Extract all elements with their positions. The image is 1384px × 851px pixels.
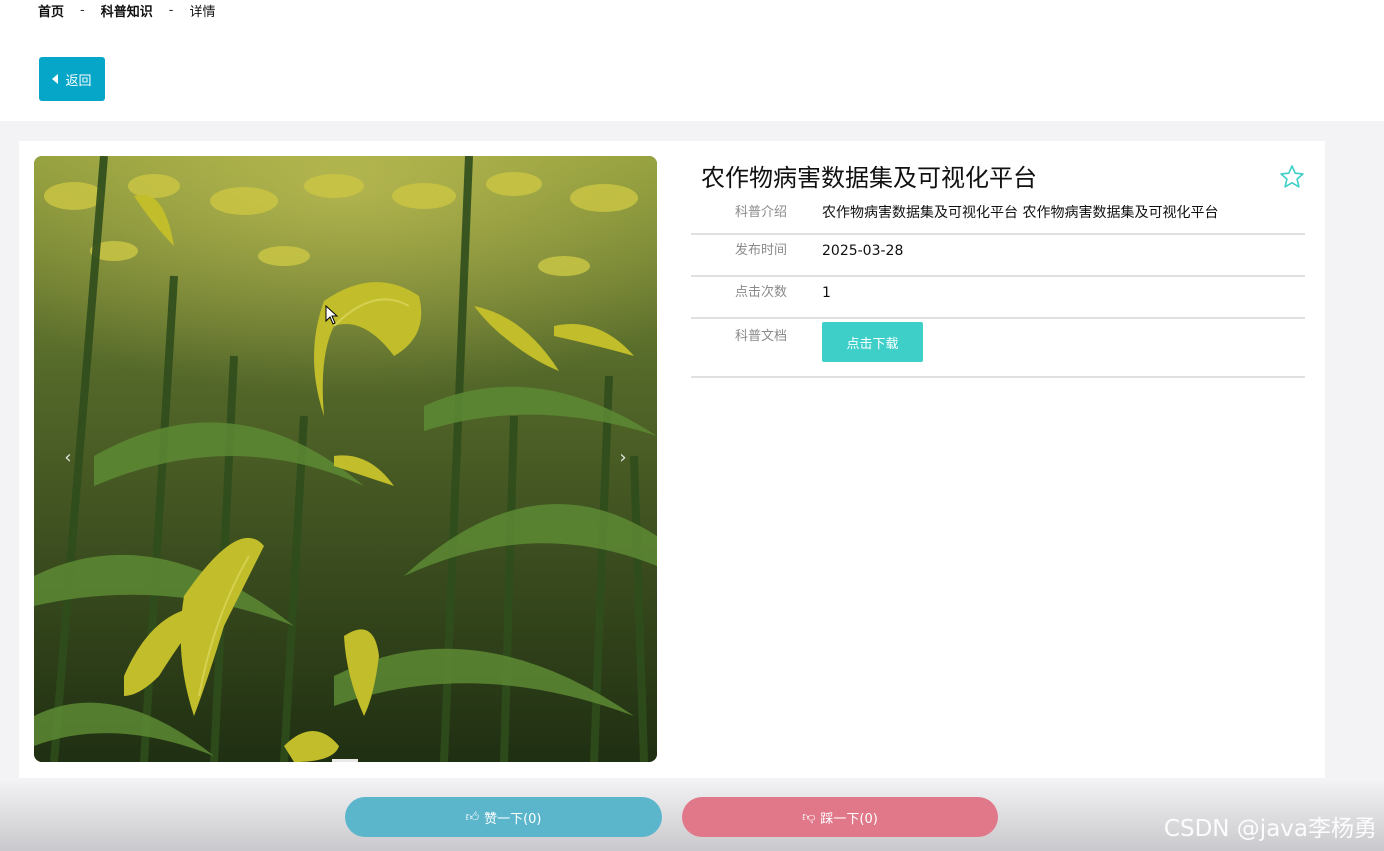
detail-card: ‹ › 农作物病害数据集及可视化平台 科普介绍 农作物病害数据集及可视化平台 农…	[19, 141, 1325, 778]
top-area: 首页 - 科普知识 - 详情 返回	[0, 0, 1384, 121]
detail-info: 农作物病害数据集及可视化平台 科普介绍 农作物病害数据集及可视化平台 农作物病害…	[691, 156, 1305, 378]
field-label: 科普文档	[735, 329, 788, 344]
carousel-indicator[interactable]	[332, 759, 358, 762]
breadcrumb-separator: -	[168, 2, 174, 18]
dislike-button[interactable]: 👎︎ 踩一下(0)	[682, 797, 998, 837]
field-value: 2025-03-28	[822, 243, 904, 259]
vote-bar: 👍︎ 赞一下(0) 👎︎ 踩一下(0) CSDN @java李杨勇	[0, 781, 1384, 851]
field-row-intro: 科普介绍 农作物病害数据集及可视化平台 农作物病害数据集及可视化平台	[691, 200, 1305, 235]
breadcrumb-separator: -	[80, 2, 85, 18]
breadcrumb-home[interactable]: 首页	[38, 1, 64, 20]
field-row-document: 科普文档 点击下载	[691, 319, 1305, 378]
carousel-next-arrow-icon[interactable]: ›	[613, 448, 633, 468]
carousel-prev-arrow-icon[interactable]: ‹	[58, 448, 78, 468]
breadcrumb-knowledge[interactable]: 科普知识	[101, 1, 153, 20]
watermark: CSDN @java李杨勇	[1163, 816, 1377, 842]
breadcrumb-detail: 详情	[189, 4, 216, 20]
like-button-label: 赞一下(0)	[484, 811, 542, 827]
dislike-button-label: 踩一下(0)	[820, 811, 878, 827]
star-outline-icon[interactable]	[1279, 164, 1305, 190]
like-button[interactable]: 👍︎ 赞一下(0)	[345, 797, 662, 837]
field-label: 发布时间	[735, 243, 788, 258]
thumbs-down-icon: 👎︎	[802, 809, 816, 825]
mouse-cursor-icon	[325, 305, 339, 325]
breadcrumb: 首页 - 科普知识 - 详情	[38, 1, 216, 20]
thumbs-up-icon: 👍︎	[465, 809, 480, 825]
field-label: 科普介绍	[735, 205, 788, 220]
field-label: 点击次数	[735, 285, 788, 300]
crop-photo-carousel[interactable]: ‹ ›	[34, 156, 657, 762]
detail-title: 农作物病害数据集及可视化平台	[701, 164, 1037, 192]
caret-left-icon	[52, 74, 59, 84]
download-button[interactable]: 点击下载	[822, 322, 923, 362]
field-row-publish-time: 发布时间 2025-03-28	[691, 235, 1305, 277]
field-value: 农作物病害数据集及可视化平台 农作物病害数据集及可视化平台	[822, 205, 1219, 221]
field-row-click-count: 点击次数 1	[691, 277, 1305, 319]
back-button[interactable]: 返回	[39, 57, 105, 101]
back-button-label: 返回	[65, 73, 92, 89]
field-value: 1	[822, 285, 831, 301]
millet-field-image	[34, 156, 657, 762]
